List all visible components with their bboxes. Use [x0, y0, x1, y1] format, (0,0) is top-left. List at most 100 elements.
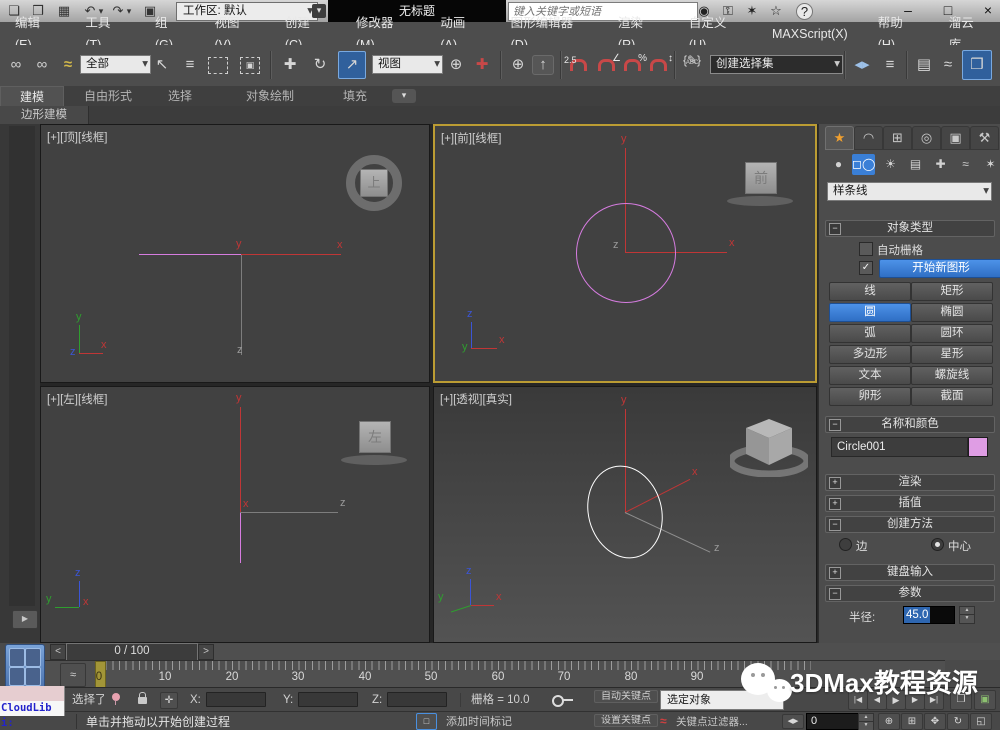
- reference-coordinate-dropdown[interactable]: 视图 ▾: [372, 55, 443, 74]
- angle-snap-icon[interactable]: ∠: [594, 53, 618, 77]
- pin-icon[interactable]: [112, 693, 120, 701]
- select-and-move-icon[interactable]: ✚: [278, 53, 302, 77]
- expand-icon[interactable]: +: [829, 498, 841, 510]
- mini-curve-editor-icon[interactable]: ≈: [60, 663, 86, 687]
- shape-button-section[interactable]: 截面: [911, 387, 993, 406]
- use-pivot-point-icon[interactable]: ⊕: [444, 53, 468, 77]
- collapse-icon[interactable]: −: [829, 223, 841, 235]
- viewcube-front-face[interactable]: 前: [745, 162, 777, 194]
- category-spacewarps-icon[interactable]: ≈: [954, 154, 977, 175]
- rollout-object-type[interactable]: − 对象类型: [825, 220, 995, 237]
- keyboard-shortcut-override-icon[interactable]: ↑: [532, 55, 554, 75]
- tab-hierarchy-icon[interactable]: ⊞: [883, 126, 912, 150]
- viewport-left-label[interactable]: [+][左][线框]: [47, 391, 107, 407]
- y-coord-field[interactable]: [298, 692, 358, 707]
- dock-expand-button[interactable]: ▶: [12, 610, 38, 629]
- coordinate-display-icon[interactable]: ✛: [160, 692, 178, 709]
- shape-button-arc[interactable]: 弧: [829, 324, 911, 343]
- ribbon-tab-freeform[interactable]: 自由形式: [72, 86, 144, 106]
- viewport-left[interactable]: [+][左][线框] 左 y x z z y x: [40, 386, 430, 643]
- use-pivot-center-icon[interactable]: ✚: [470, 53, 494, 77]
- ribbon-tab-modeling[interactable]: 建模: [0, 86, 64, 107]
- green-cube-icon[interactable]: ▣: [974, 690, 996, 710]
- previous-key-icon[interactable]: ◀: [867, 690, 887, 710]
- bind-to-space-warp-icon[interactable]: ≈: [56, 53, 80, 77]
- pan-hand-icon[interactable]: ✥: [924, 713, 946, 730]
- shape-button-ellipse[interactable]: 椭圆: [911, 303, 993, 322]
- zoom-icon[interactable]: ⊕: [878, 713, 900, 730]
- select-and-scale-icon[interactable]: ↗: [338, 51, 366, 79]
- tab-motion-icon[interactable]: ◎: [912, 126, 941, 150]
- expand-icon[interactable]: +: [829, 567, 841, 579]
- collapse-icon[interactable]: −: [829, 588, 841, 600]
- viewcube-top-face[interactable]: 上: [360, 169, 388, 197]
- ribbon-panel-label[interactable]: 边形建模: [0, 106, 89, 124]
- rollout-name-color[interactable]: − 名称和颜色: [825, 416, 995, 433]
- cloudlib-window-fragment[interactable]: CloudLib i:: [0, 686, 65, 716]
- track-bar[interactable]: ≈ 0 10 20 30 40 50 60 70 80 90 100: [40, 660, 945, 688]
- category-systems-icon[interactable]: ✶: [979, 154, 1000, 175]
- select-and-link-icon[interactable]: ∞: [4, 53, 28, 77]
- set-key-button[interactable]: 设置关键点: [594, 714, 658, 727]
- center-radio[interactable]: [931, 538, 944, 551]
- maximize-viewport-icon[interactable]: ◱: [970, 713, 992, 730]
- shape-button-ngon[interactable]: 多边形: [829, 345, 911, 364]
- current-frame-field[interactable]: 0: [806, 713, 862, 730]
- category-lights-icon[interactable]: ☀: [879, 154, 902, 175]
- menu-maxscript[interactable]: MAXScript(X): [757, 23, 863, 45]
- select-object-icon[interactable]: ↖: [150, 53, 174, 77]
- collapse-icon[interactable]: −: [829, 419, 841, 431]
- x-coord-field[interactable]: [206, 692, 266, 707]
- z-coord-field[interactable]: [387, 692, 447, 707]
- selected-filter-dropdown[interactable]: 选定对象: [660, 690, 784, 710]
- viewport-layout-button[interactable]: [5, 644, 45, 690]
- time-slider-handle[interactable]: 0 / 100: [66, 643, 198, 661]
- unlink-selection-icon[interactable]: ∞: [30, 53, 54, 77]
- viewcube-3d[interactable]: [730, 413, 808, 477]
- category-shapes-icon[interactable]: ◻◯: [852, 154, 875, 175]
- circle-shape[interactable]: [576, 203, 676, 303]
- rollout-keyboard-entry[interactable]: + 键盘输入: [825, 564, 995, 581]
- circle-shape-perspective[interactable]: [577, 457, 673, 567]
- go-to-end-icon[interactable]: ▶|: [924, 690, 944, 710]
- frame-spin-down-icon[interactable]: ▼: [858, 721, 874, 730]
- ribbon-tab-populate[interactable]: 填充: [332, 86, 378, 106]
- auto-key-button[interactable]: 自动关键点: [594, 690, 658, 703]
- select-by-name-icon[interactable]: ≡: [178, 53, 202, 77]
- shape-button-rectangle[interactable]: 矩形: [911, 282, 993, 301]
- shape-button-egg[interactable]: 卵形: [829, 387, 911, 406]
- tab-display-icon[interactable]: ▣: [941, 126, 970, 150]
- object-name-field[interactable]: Circle001: [831, 437, 968, 457]
- selection-lock-icon[interactable]: [138, 697, 147, 704]
- percent-snap-icon[interactable]: %: [620, 53, 644, 77]
- shape-button-text[interactable]: 文本: [829, 366, 911, 385]
- collapse-icon[interactable]: −: [829, 519, 841, 531]
- isolate-selection-icon[interactable]: □: [416, 713, 437, 730]
- autogrid-checkbox[interactable]: [859, 242, 873, 256]
- radius-spin-down-icon[interactable]: ▼: [959, 614, 975, 624]
- rollout-parameters[interactable]: − 参数: [825, 585, 995, 602]
- next-key-icon[interactable]: ▶: [905, 690, 925, 710]
- rollout-rendering[interactable]: + 渲染: [825, 474, 995, 491]
- named-selection-set-dropdown[interactable]: 创建选择集 ▾: [710, 55, 843, 74]
- next-frame-button[interactable]: >: [198, 644, 214, 660]
- tab-create-icon[interactable]: ★: [825, 126, 854, 150]
- ribbon-tab-object-paint[interactable]: 对象绘制: [232, 86, 308, 106]
- viewport-perspective[interactable]: [+][透视][真实] y x z z y x: [433, 386, 817, 643]
- select-and-manipulate-icon[interactable]: ⊕: [506, 53, 530, 77]
- shape-button-circle[interactable]: 圆: [829, 303, 911, 322]
- shape-button-star[interactable]: 星形: [911, 345, 993, 364]
- key-step-toggle-icon[interactable]: ◀▶: [782, 714, 804, 729]
- key-filters-button[interactable]: 关键点过滤器...: [676, 715, 748, 729]
- tab-modify-icon[interactable]: ◠: [854, 126, 883, 150]
- category-geometry-icon[interactable]: ●: [827, 154, 850, 175]
- snap-toggle-icon[interactable]: 2.5: [566, 53, 590, 77]
- orbit-icon[interactable]: ↻: [947, 713, 969, 730]
- go-to-start-icon[interactable]: |◀: [848, 690, 868, 710]
- start-new-shape-button[interactable]: 开始新图形: [879, 259, 1000, 278]
- key-wave-icon[interactable]: ≈: [660, 714, 667, 728]
- start-new-shape-checkbox[interactable]: ✓: [859, 261, 873, 275]
- shape-button-helix[interactable]: 螺旋线: [911, 366, 993, 385]
- mirror-icon[interactable]: ◂▸: [850, 53, 874, 77]
- key-mode-icon[interactable]: [552, 695, 564, 707]
